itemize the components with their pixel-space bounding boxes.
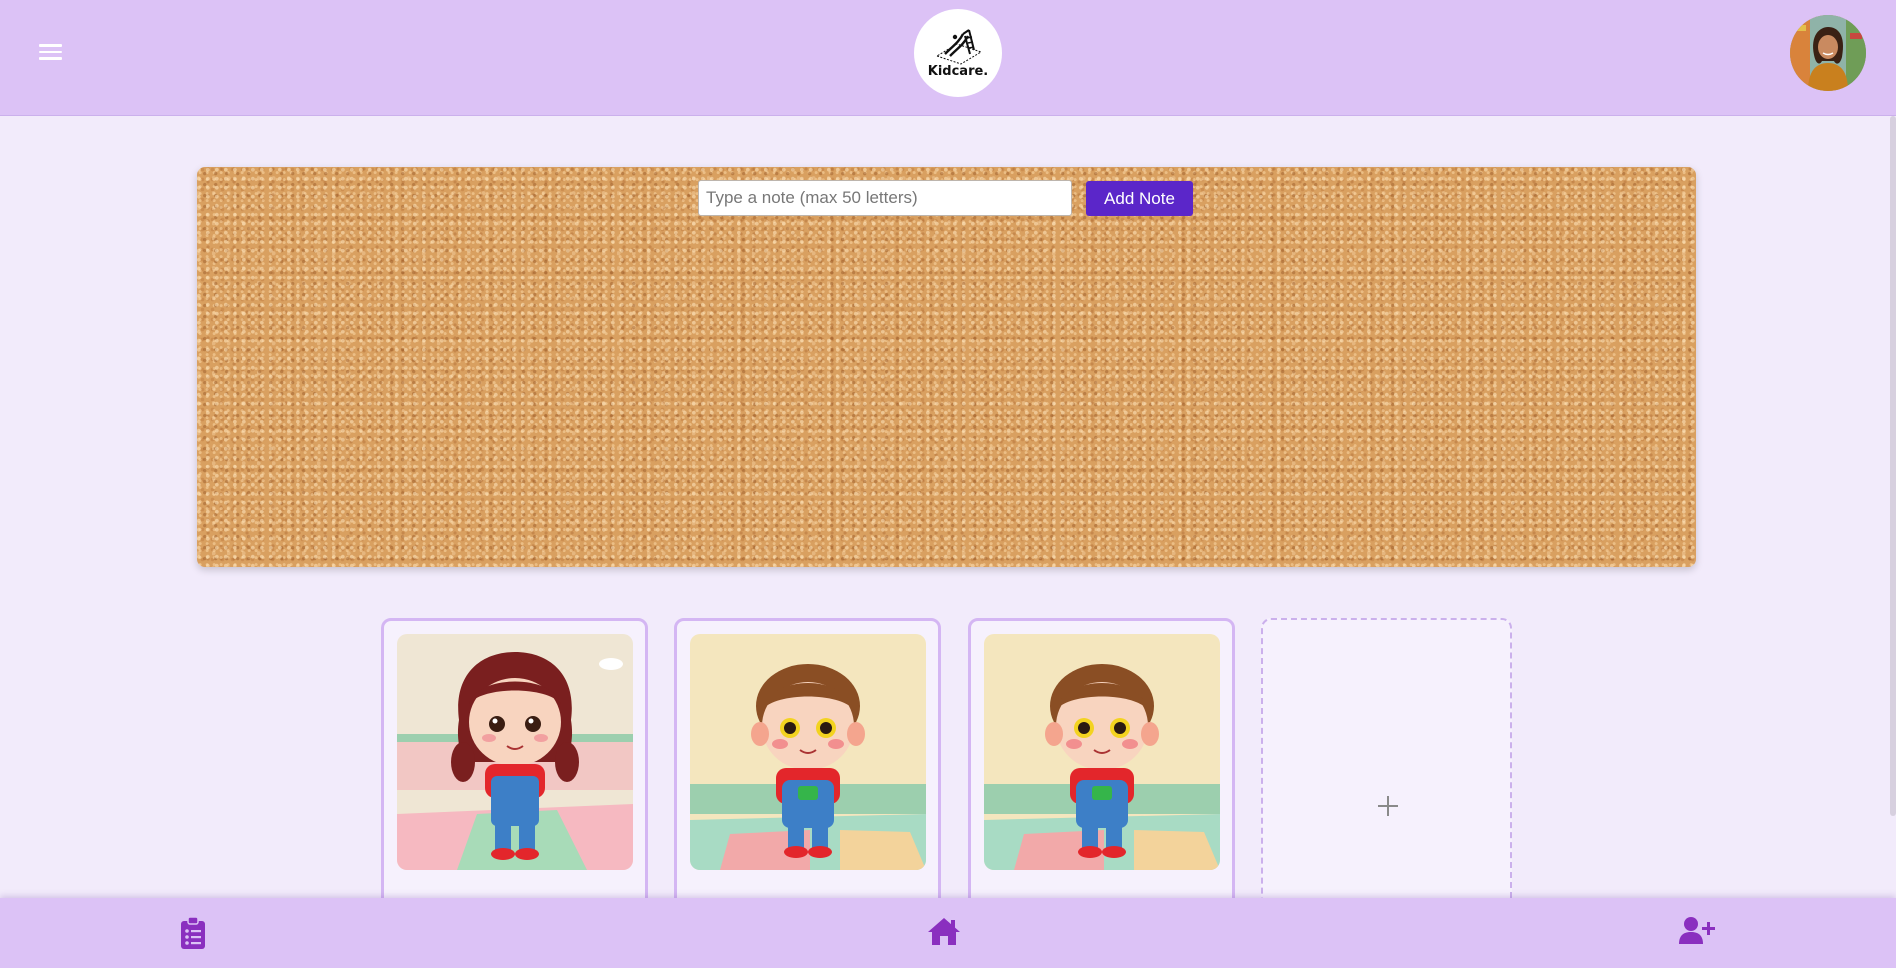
plus-icon xyxy=(1378,796,1398,816)
slide-logo-icon xyxy=(935,28,983,65)
child-card[interactable]: Emily Carter xyxy=(381,618,648,908)
hamburger-menu-icon[interactable] xyxy=(36,40,64,66)
child-photo xyxy=(397,634,633,870)
user-plus-icon[interactable] xyxy=(1679,916,1715,950)
child-card[interactable]: Jacob Miller xyxy=(674,618,941,908)
child-card[interactable]: Liam Brown xyxy=(968,618,1235,908)
add-note-button[interactable]: Add Note xyxy=(1086,181,1193,216)
user-avatar[interactable] xyxy=(1790,15,1866,91)
logo-text: Kidcare. xyxy=(927,63,989,79)
add-child-card[interactable] xyxy=(1261,618,1512,908)
note-input[interactable] xyxy=(698,180,1072,216)
scrollbar-thumb[interactable] xyxy=(1890,116,1896,816)
home-icon[interactable] xyxy=(927,916,963,950)
kidcare-logo[interactable]: Kidcare. xyxy=(914,9,1002,97)
top-header: Kidcare. xyxy=(0,0,1896,116)
page-scrollbar[interactable] xyxy=(1890,116,1896,898)
child-photo xyxy=(690,634,926,870)
child-photo xyxy=(984,634,1220,870)
bottom-navigation xyxy=(0,898,1896,968)
cork-notice-board: Add Note xyxy=(197,167,1696,567)
clipboard-list-icon[interactable] xyxy=(178,916,214,950)
